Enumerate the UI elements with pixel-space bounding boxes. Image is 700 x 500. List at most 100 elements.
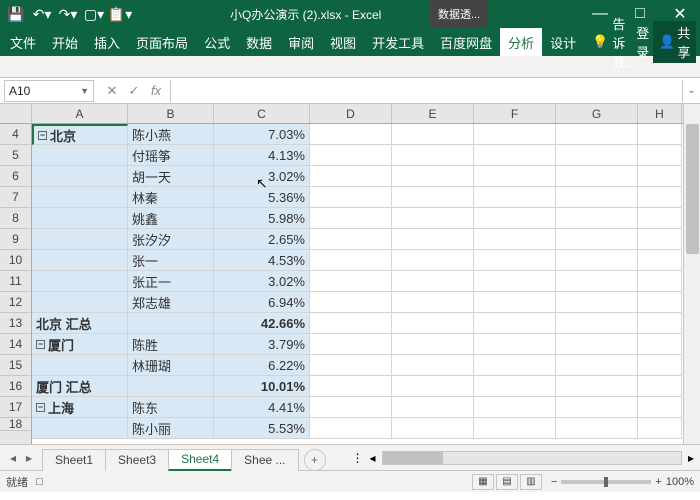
cell-A14[interactable]: −厦门 <box>32 334 128 355</box>
fx-button[interactable]: fx <box>146 83 166 98</box>
cell-F11[interactable] <box>474 271 556 292</box>
row-header-18[interactable]: 18 <box>0 418 31 431</box>
cell-C14[interactable]: 3.79% <box>214 334 310 355</box>
row-header-11[interactable]: 11 <box>0 271 31 292</box>
col-header-A[interactable]: A <box>32 104 128 123</box>
cell-H8[interactable] <box>638 208 682 229</box>
cell-A7[interactable] <box>32 187 128 208</box>
cell-G16[interactable] <box>556 376 638 397</box>
cells-area[interactable]: −北京陈小燕7.03%付瑶筝4.13%胡一天3.02%林秦5.36%姚鑫5.98… <box>32 124 683 444</box>
cell-B10[interactable]: 张一 <box>128 250 214 271</box>
cell-B11[interactable]: 张正一 <box>128 271 214 292</box>
cell-C17[interactable]: 4.41% <box>214 397 310 418</box>
cell-C11[interactable]: 3.02% <box>214 271 310 292</box>
cell-G6[interactable] <box>556 166 638 187</box>
name-box[interactable]: A10 ▼ <box>4 80 94 102</box>
cell-G12[interactable] <box>556 292 638 313</box>
cell-F6[interactable] <box>474 166 556 187</box>
cell-G13[interactable] <box>556 313 638 334</box>
cell-G7[interactable] <box>556 187 638 208</box>
macro-record-icon[interactable]: □ <box>36 476 43 488</box>
cell-E18[interactable] <box>392 418 474 439</box>
formula-bar[interactable] <box>170 80 682 102</box>
cell-D11[interactable] <box>310 271 392 292</box>
cell-E15[interactable] <box>392 355 474 376</box>
col-header-F[interactable]: F <box>474 104 556 123</box>
cell-G18[interactable] <box>556 418 638 439</box>
cell-A11[interactable] <box>32 271 128 292</box>
cell-C6[interactable]: 3.02% <box>214 166 310 187</box>
redo-button[interactable]: ↷▾ <box>56 2 80 26</box>
cell-F4[interactable] <box>474 124 556 145</box>
cell-C10[interactable]: 4.53% <box>214 250 310 271</box>
cell-D12[interactable] <box>310 292 392 313</box>
cell-F10[interactable] <box>474 250 556 271</box>
cell-E7[interactable] <box>392 187 474 208</box>
cell-B13[interactable] <box>128 313 214 334</box>
sheet-tab-overflow[interactable]: Shee ... <box>231 449 298 471</box>
select-all-corner[interactable] <box>0 104 32 124</box>
contextual-tab-label[interactable]: 数据透... <box>430 0 488 28</box>
cell-E8[interactable] <box>392 208 474 229</box>
cell-A17[interactable]: −上海 <box>32 397 128 418</box>
cell-B17[interactable]: 陈东 <box>128 397 214 418</box>
cell-D13[interactable] <box>310 313 392 334</box>
cell-E10[interactable] <box>392 250 474 271</box>
vertical-scroll-thumb[interactable] <box>686 124 699 254</box>
cell-D9[interactable] <box>310 229 392 250</box>
cell-D4[interactable] <box>310 124 392 145</box>
tab-formulas[interactable]: 公式 <box>196 28 238 56</box>
cell-D5[interactable] <box>310 145 392 166</box>
outline-collapse-icon[interactable]: − <box>38 131 47 140</box>
cell-G8[interactable] <box>556 208 638 229</box>
tab-design[interactable]: 设计 <box>542 28 584 56</box>
save-button[interactable]: 💾 <box>4 2 28 26</box>
cell-A5[interactable] <box>32 145 128 166</box>
cell-B5[interactable]: 付瑶筝 <box>128 145 214 166</box>
row-header-12[interactable]: 12 <box>0 292 31 313</box>
formula-bar-expand-button[interactable]: ⌄ <box>682 80 700 102</box>
row-header-5[interactable]: 5 <box>0 145 31 166</box>
cell-D14[interactable] <box>310 334 392 355</box>
cell-D6[interactable] <box>310 166 392 187</box>
horizontal-scrollbar[interactable]: ⋮ ◂ ▸ <box>346 451 700 465</box>
cell-F16[interactable] <box>474 376 556 397</box>
cell-F12[interactable] <box>474 292 556 313</box>
cell-E11[interactable] <box>392 271 474 292</box>
cell-H15[interactable] <box>638 355 682 376</box>
cell-D7[interactable] <box>310 187 392 208</box>
cell-E4[interactable] <box>392 124 474 145</box>
cell-E13[interactable] <box>392 313 474 334</box>
row-header-16[interactable]: 16 <box>0 376 31 397</box>
cell-C7[interactable]: 5.36% <box>214 187 310 208</box>
cell-C18[interactable]: 5.53% <box>214 418 310 439</box>
outline-collapse-icon[interactable]: − <box>36 340 45 349</box>
zoom-level[interactable]: 100% <box>666 476 694 488</box>
cell-D17[interactable] <box>310 397 392 418</box>
tell-me-search[interactable]: 💡 告诉我... <box>592 14 636 71</box>
cell-H4[interactable] <box>638 124 682 145</box>
cell-F14[interactable] <box>474 334 556 355</box>
cell-G4[interactable] <box>556 124 638 145</box>
cell-A12[interactable] <box>32 292 128 313</box>
col-header-G[interactable]: G <box>556 104 638 123</box>
tab-analyze[interactable]: 分析 <box>500 28 542 56</box>
cell-C16[interactable]: 10.01% <box>214 376 310 397</box>
new-button[interactable]: ▢▾ <box>82 2 106 26</box>
tab-review[interactable]: 审阅 <box>280 28 322 56</box>
zoom-out-button[interactable]: − <box>551 476 557 488</box>
hscroll-thumb[interactable] <box>383 452 443 464</box>
tab-developer[interactable]: 开发工具 <box>364 28 432 56</box>
cell-B18[interactable]: 陈小丽 <box>128 418 214 439</box>
cell-E16[interactable] <box>392 376 474 397</box>
cell-H16[interactable] <box>638 376 682 397</box>
row-header-9[interactable]: 9 <box>0 229 31 250</box>
cell-C4[interactable]: 7.03% <box>214 124 310 145</box>
tab-insert[interactable]: 插入 <box>86 28 128 56</box>
cell-C13[interactable]: 42.66% <box>214 313 310 334</box>
cell-B6[interactable]: 胡一天 <box>128 166 214 187</box>
cell-D10[interactable] <box>310 250 392 271</box>
vertical-scrollbar[interactable] <box>683 104 700 444</box>
cell-C12[interactable]: 6.94% <box>214 292 310 313</box>
col-header-B[interactable]: B <box>128 104 214 123</box>
